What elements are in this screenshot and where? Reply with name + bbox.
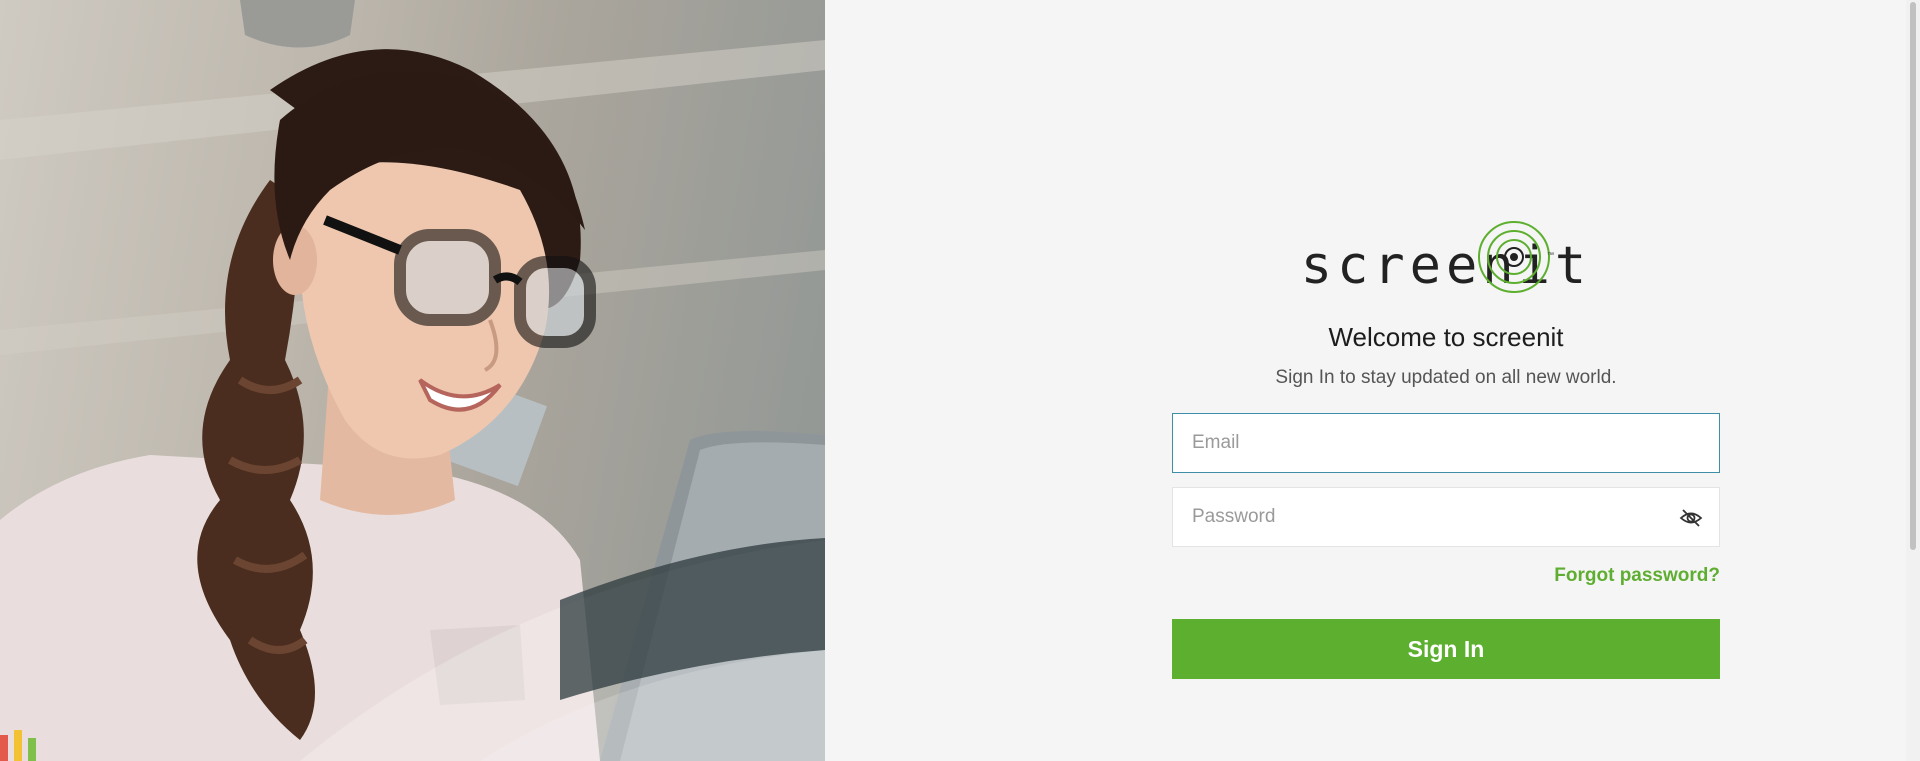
scrollbar-thumb[interactable] <box>1910 2 1916 550</box>
forgot-row: Forgot password? <box>1172 565 1720 587</box>
login-page: screenit ™ Welcome to screenit Sign In t… <box>0 0 1920 761</box>
trademark-symbol: ™ <box>1547 252 1554 259</box>
signin-form: screenit ™ Welcome to screenit Sign In t… <box>1172 218 1720 679</box>
signin-button[interactable]: Sign In <box>1172 619 1720 679</box>
eye-slash-icon[interactable] <box>1679 506 1703 530</box>
welcome-subtitle: Sign In to stay updated on all new world… <box>1275 367 1617 388</box>
hero-illustration <box>0 0 825 761</box>
login-panel: screenit ™ Welcome to screenit Sign In t… <box>825 0 1920 761</box>
hero-image <box>0 0 825 761</box>
email-input[interactable] <box>1173 414 1719 472</box>
welcome-title: Welcome to screenit <box>1328 322 1564 352</box>
radar-rings-icon <box>1478 221 1550 293</box>
screenit-logo: screenit ™ <box>1172 218 1720 298</box>
email-field-wrapper <box>1172 413 1720 473</box>
forgot-password-link[interactable]: Forgot password? <box>1554 565 1720 586</box>
password-field-wrapper <box>1172 487 1720 547</box>
password-input[interactable] <box>1173 488 1719 546</box>
vertical-scrollbar[interactable] <box>1906 0 1920 761</box>
